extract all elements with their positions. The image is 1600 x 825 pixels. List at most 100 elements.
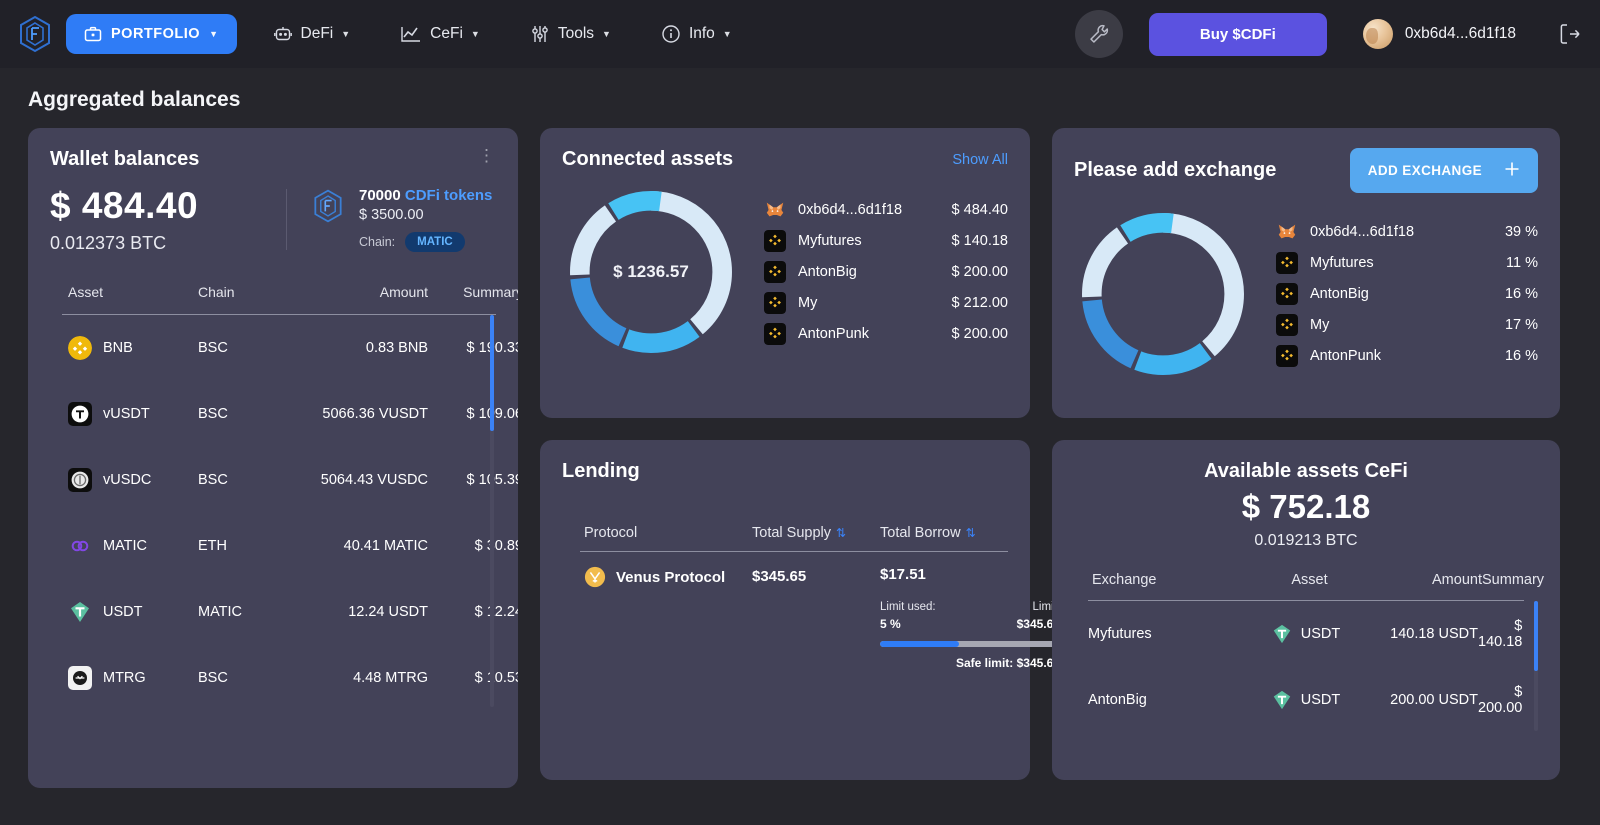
chevron-down-icon: ▼ [471, 29, 480, 39]
list-item[interactable]: 0xb6d4...6d1f18 39 % [1276, 217, 1538, 248]
list-item[interactable]: AntonBig $ 200.00 [764, 257, 1008, 288]
list-item[interactable]: AntonBig 16 % [1276, 279, 1538, 310]
divider [286, 189, 287, 250]
list-item[interactable]: Myfutures 11 % [1276, 248, 1538, 279]
mtrg-coin-icon [68, 666, 92, 690]
list-item[interactable]: 0xb6d4...6d1f18 $ 484.40 [764, 195, 1008, 226]
list-item[interactable]: AntonPunk $ 200.00 [764, 319, 1008, 350]
cdfi-hex-logo-icon[interactable] [14, 13, 56, 55]
chevron-down-icon: ▼ [602, 29, 611, 39]
asset-cell: vUSDC [68, 468, 198, 492]
asset-name: USDT [1301, 626, 1340, 642]
more-vertical-icon[interactable]: ⋮ [478, 148, 496, 162]
legend-value: 16 % [1505, 348, 1538, 364]
available-assets-cefi-card: Available assets CeFi $ 752.18 0.019213 … [1052, 440, 1560, 780]
nav-item-cefi[interactable]: CeFi ▼ [386, 14, 494, 54]
table-row[interactable]: Venus Protocol $345.65 $17.51 Limit used… [562, 552, 1008, 670]
account-menu[interactable]: 0xb6d4...6d1f18 [1363, 19, 1516, 49]
column-asset: Asset [1262, 572, 1357, 588]
table-row[interactable]: MATIC ETH 40.41 MATIC $ 30.89 [62, 513, 496, 579]
list-item[interactable]: AntonPunk 16 % [1276, 341, 1538, 372]
wrench-icon [1087, 22, 1111, 46]
table-row[interactable]: MTRG BSC 4.48 MTRG $ 10.53 [62, 645, 496, 711]
list-item[interactable]: Myfutures $ 140.18 [764, 226, 1008, 257]
legend-value: 11 % [1506, 255, 1538, 271]
sort-updown-icon[interactable]: ⇅ [966, 526, 976, 540]
robot-icon [273, 24, 293, 44]
wallet-table-body: BNB BSC 0.83 BNB $ 190.33 vUSDT [50, 315, 496, 711]
cefi-table-scrollbar[interactable] [1534, 601, 1538, 731]
binance-icon [1276, 283, 1298, 305]
wallet-table-scrollbar[interactable] [490, 315, 494, 707]
nav-item-info-label: Info [689, 25, 715, 43]
connected-assets-header: Connected assets Show All [562, 148, 1008, 171]
usdt-coin-icon [68, 600, 92, 624]
cefi-table-header: Exchange Asset Amount Summary [1074, 572, 1538, 600]
legend-label: My [786, 295, 952, 311]
metamask-fox-icon [764, 199, 786, 221]
binance-icon [764, 230, 786, 252]
add-exchange-header: Please add exchange ADD EXCHANGE [1074, 148, 1538, 193]
legend-label: 0xb6d4...6d1f18 [1298, 224, 1505, 240]
asset-name: MATIC [103, 538, 147, 554]
nav-item-info[interactable]: Info ▼ [647, 14, 746, 54]
chain-cell: BSC [198, 406, 293, 422]
wallet-summary: $ 484.40 0.012373 BTC 70000 CDFi tokens … [50, 185, 496, 254]
dashboard-grid: Wallet balances ⋮ $ 484.40 0.012373 BTC … [0, 128, 1600, 788]
chain-cell: BSC [198, 472, 293, 488]
column-total-borrow[interactable]: Total Borrow⇅ [880, 525, 1008, 541]
list-item[interactable]: My $ 212.00 [764, 288, 1008, 319]
wallet-totals: $ 484.40 0.012373 BTC [50, 185, 286, 254]
exchange-cell: Myfutures [1088, 626, 1258, 642]
summary-cell: $ 109.06 [428, 406, 518, 422]
chain-badge[interactable]: MATIC [405, 232, 465, 252]
table-row[interactable]: AntonBig USDT 200.00 USDT $ 200.00 [1088, 667, 1538, 733]
add-exchange-body: 0xb6d4...6d1f18 39 % Myfutures 11 % [1074, 205, 1538, 383]
asset-name: vUSDT [103, 406, 150, 422]
connected-assets-card: Connected assets Show All $ 1236.57 [540, 128, 1030, 418]
settings-wrench-button[interactable] [1075, 10, 1123, 58]
chain-cell: MATIC [198, 604, 293, 620]
legend-label: 0xb6d4...6d1f18 [786, 202, 952, 218]
show-all-link[interactable]: Show All [952, 152, 1008, 168]
chevron-down-icon: ▼ [723, 29, 732, 39]
table-row[interactable]: vUSDC BSC 5064.43 VUSDC $ 105.39 [62, 447, 496, 513]
asset-cell: MATIC [68, 534, 198, 558]
plus-icon [1504, 161, 1520, 180]
table-row[interactable]: USDT MATIC 12.24 USDT $ 12.24 [62, 579, 496, 645]
nav-item-defi-label: DeFi [301, 25, 334, 43]
table-row[interactable]: Myfutures USDT 140.18 USDT $ 140.18 [1088, 601, 1538, 667]
cefi-table-body: Myfutures USDT 140.18 USDT $ 140.18 Anto… [1074, 601, 1538, 733]
sort-updown-icon[interactable]: ⇅ [836, 526, 846, 540]
nav-item-tools[interactable]: Tools ▼ [516, 14, 625, 54]
buy-cdfi-button[interactable]: Buy $CDFi [1149, 13, 1327, 56]
chevron-down-icon: ▼ [209, 29, 218, 39]
legend-value: $ 140.18 [952, 233, 1008, 249]
column-chain: Chain [198, 284, 293, 300]
nav-portfolio-button[interactable]: PORTFOLIO ▼ [66, 14, 237, 54]
asset-cell: USDT [1258, 623, 1353, 645]
column-total-supply-label: Total Supply [752, 525, 831, 541]
protocol-cell: Venus Protocol [584, 566, 752, 588]
logout-button[interactable] [1556, 21, 1582, 47]
metamask-fox-icon [1276, 221, 1298, 243]
table-row[interactable]: BNB BSC 0.83 BNB $ 190.33 [62, 315, 496, 381]
table-row[interactable]: vUSDT BSC 5066.36 VUSDT $ 109.06 [62, 381, 496, 447]
right-column: Please add exchange ADD EXCHANGE [1052, 128, 1560, 780]
wallet-table-header: Asset Chain Amount Summary [50, 284, 496, 314]
add-exchange-card: Please add exchange ADD EXCHANGE [1052, 128, 1560, 418]
summary-cell: $ 12.24 [428, 604, 518, 620]
column-total-supply[interactable]: Total Supply ⇅ [752, 525, 880, 541]
wallet-card-header: Wallet balances ⋮ [50, 148, 496, 171]
amount-cell: 0.83 BNB [293, 340, 428, 356]
amount-cell: 4.48 MTRG [293, 670, 428, 686]
exchange-cell: AntonBig [1088, 692, 1258, 708]
add-exchange-legend: 0xb6d4...6d1f18 39 % Myfutures 11 % [1264, 217, 1538, 372]
add-exchange-button[interactable]: ADD EXCHANGE [1350, 148, 1538, 193]
asset-cell: USDT [68, 600, 198, 624]
top-navigation-bar: PORTFOLIO ▼ DeFi ▼ CeFi ▼ Tools ▼ [0, 0, 1600, 68]
cefi-total-usd: $ 752.18 [1074, 488, 1538, 526]
list-item[interactable]: My 17 % [1276, 310, 1538, 341]
nav-item-defi[interactable]: DeFi ▼ [259, 14, 365, 54]
cdfi-token-amount: 70000 [359, 187, 401, 204]
